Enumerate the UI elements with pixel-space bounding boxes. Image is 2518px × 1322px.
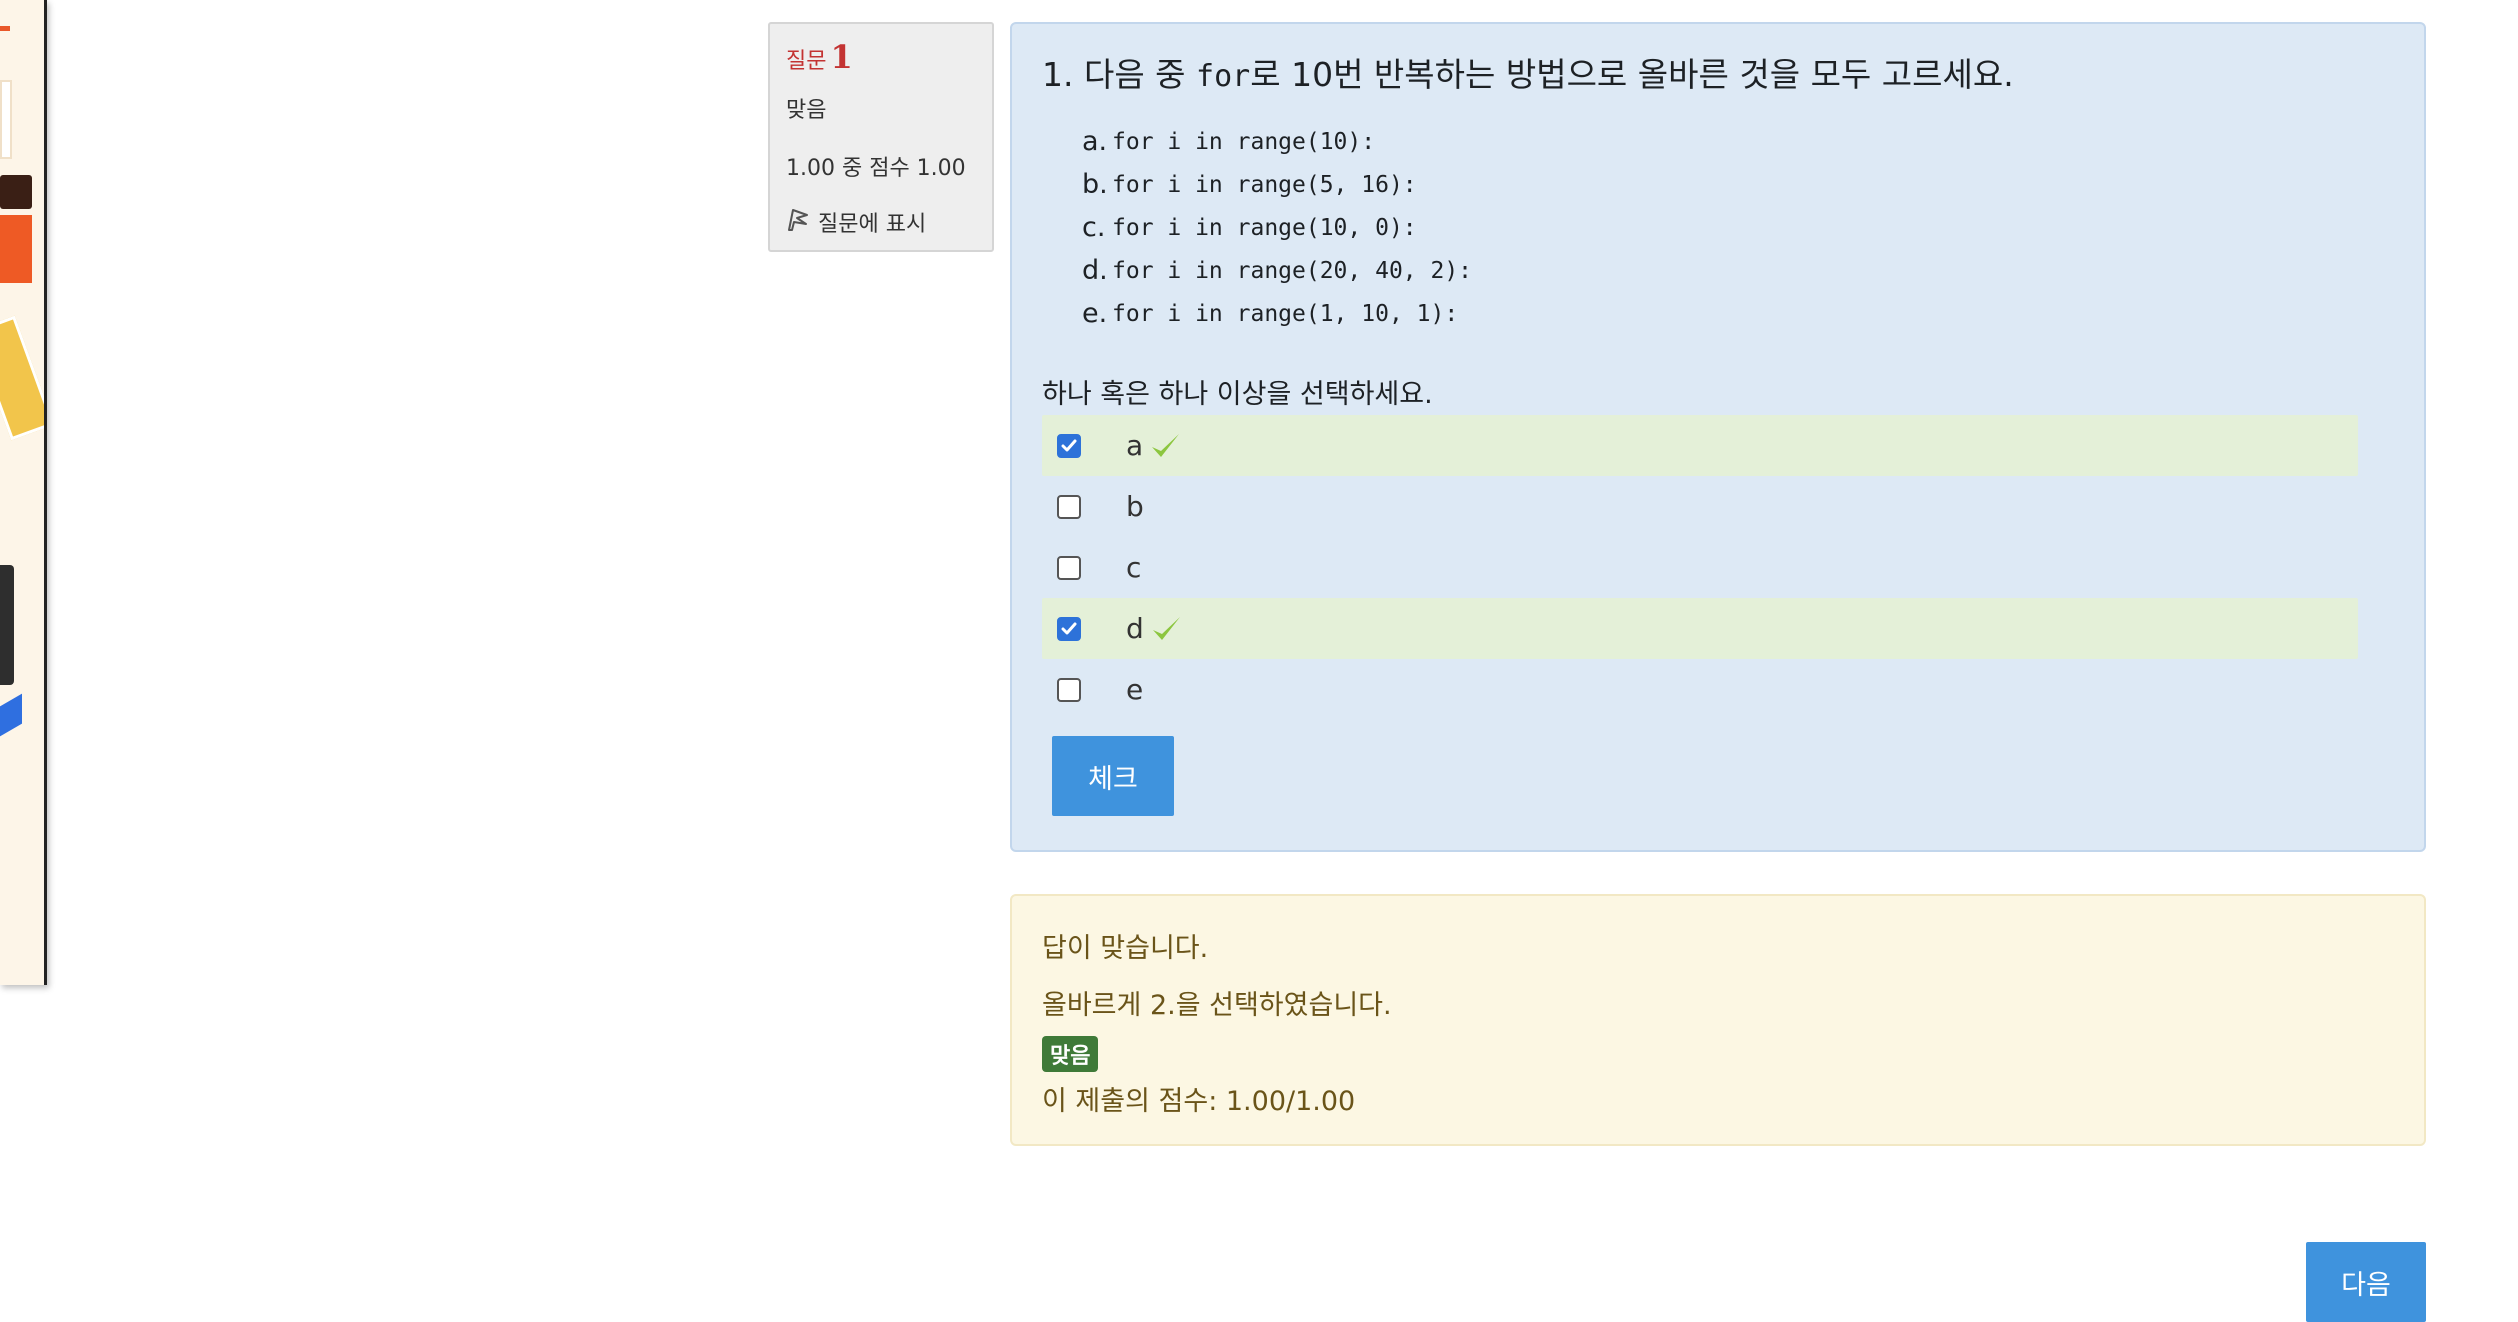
option-line-d: d. for i in range(20, 40, 2): (1082, 249, 1472, 292)
question-text-prefix: 1. 다음 중 (1042, 55, 1197, 94)
answer-row-c[interactable]: c (1042, 537, 2358, 598)
next-button[interactable]: 다음 (2306, 1242, 2426, 1322)
feedback-detail: 올바르게 2.을 선택하였습니다. (1042, 990, 1392, 1021)
answer-label-b: b (1126, 490, 1144, 523)
answer-prompt: 하나 혹은 하나 이상을 선택하세요. (1042, 379, 1433, 410)
answer-checkbox-b[interactable] (1057, 494, 1081, 519)
question-state: 맞음 (786, 98, 827, 123)
option-code: for i in range(10): (1112, 128, 1376, 155)
answer-row-e[interactable]: e (1042, 659, 2358, 720)
checkmark-icon (1061, 439, 1077, 451)
status-badge: 맞음 (1042, 1036, 1099, 1072)
option-code: for i in range(10, 0): (1112, 214, 1417, 241)
question-label: 질문 (786, 49, 827, 74)
flag-icon (786, 206, 810, 238)
correct-tick-icon (1150, 613, 1182, 645)
question-number-value: 1 (830, 38, 853, 76)
option-letter: c. (1082, 212, 1106, 243)
submission-score: 이 제출의 점수: 1.00/1.00 (1042, 1086, 1356, 1117)
option-line-a: a. for i in range(10): (1082, 120, 1472, 163)
answer-checkbox-a[interactable] (1057, 433, 1081, 458)
question-grade: 1.00 중 점수 1.00 (786, 156, 966, 181)
option-line-e: e. for i in range(1, 10, 1): (1082, 292, 1472, 335)
answer-label-d: d (1126, 612, 1144, 645)
option-letter: d. (1082, 255, 1108, 286)
answer-label-c: c (1126, 551, 1142, 584)
option-code: for i in range(20, 40, 2): (1112, 257, 1473, 284)
option-letter: a. (1082, 126, 1108, 157)
check-button[interactable]: 체크 (1052, 736, 1174, 816)
option-line-b: b. for i in range(5, 16): (1082, 163, 1472, 206)
option-code: for i in range(1, 10, 1): (1112, 300, 1459, 327)
correct-tick-icon (1149, 430, 1181, 462)
checkmark-icon (1061, 622, 1077, 634)
option-list: a. for i in range(10): b. for i in range(5… (1082, 120, 1472, 335)
answer-label-a: a (1126, 429, 1144, 462)
question-number: 질문 1 (786, 38, 992, 76)
option-code: for i in range(5, 16): (1112, 171, 1417, 198)
question-text-suffix: 로 10번 반복하는 방법으로 올바른 것을 모두 고르세요. (1250, 55, 2014, 94)
answer-checkbox-c[interactable] (1057, 555, 1081, 580)
option-letter: b. (1082, 169, 1108, 200)
question-text: 1. 다음 중 for로 10번 반복하는 방법으로 올바른 것을 모두 고르세… (1042, 48, 2014, 96)
answer-checkbox-e[interactable] (1057, 677, 1081, 702)
option-letter: e. (1082, 298, 1108, 329)
side-illustration (0, 0, 47, 985)
answer-row-a[interactable]: a (1042, 415, 2358, 476)
question-text-keyword: for (1196, 59, 1251, 94)
answer-row-d[interactable]: d (1042, 598, 2358, 659)
flag-label: 질문에 표시 (818, 212, 927, 237)
option-line-c: c. for i in range(10, 0): (1082, 206, 1472, 249)
flag-question-link[interactable]: 질문에 표시 (786, 206, 992, 238)
answer-row-b[interactable]: b (1042, 476, 2358, 537)
answer-label-e: e (1126, 673, 1144, 706)
question-formulation: 1. 다음 중 for로 10번 반복하는 방법으로 올바른 것을 모두 고르세… (1010, 22, 2426, 852)
answer-list: a b c d e (1042, 415, 2358, 720)
feedback-panel: 답이 맞습니다. 올바르게 2.을 선택하였습니다. 맞음 이 제출의 점수: … (1010, 894, 2426, 1146)
question-info: 질문 1 맞음 1.00 중 점수 1.00 질문에 표시 (768, 22, 994, 252)
feedback-message: 답이 맞습니다. (1042, 933, 1209, 964)
answer-checkbox-d[interactable] (1057, 616, 1081, 641)
